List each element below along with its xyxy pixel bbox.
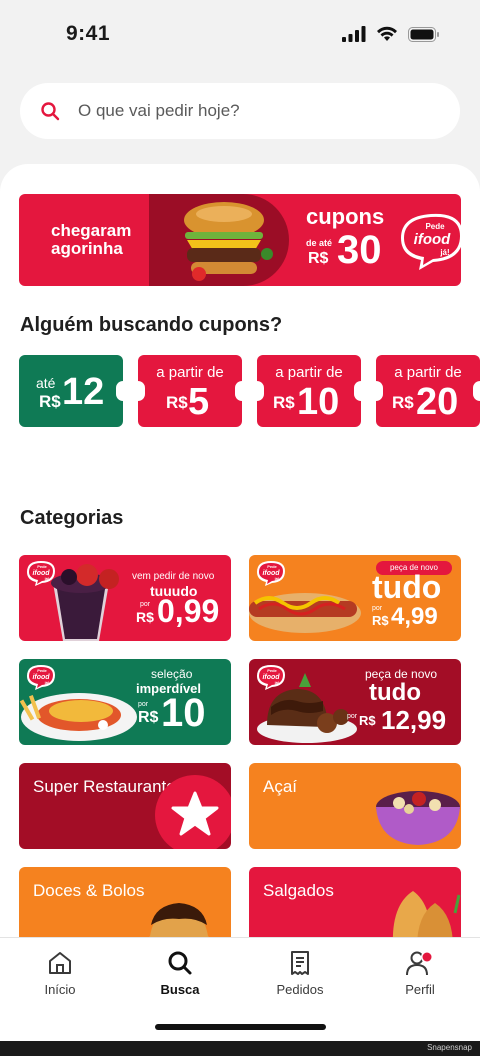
promo2-price: 4,99 bbox=[391, 603, 438, 630]
hero-tagline-line2: agorinha bbox=[51, 239, 123, 258]
coupons-hero-banner[interactable]: chegaram agorinha cupons de até R$ 30 Pe… bbox=[19, 194, 461, 286]
promo-card-hotdog-499[interactable]: Pede ifood já! peça de novo tudo por R$ … bbox=[249, 555, 461, 641]
promo1-por: por bbox=[140, 601, 151, 608]
coupon-card-10[interactable]: a partir de R$ 10 bbox=[257, 355, 361, 427]
receipt-icon bbox=[291, 951, 309, 975]
search-icon bbox=[41, 102, 60, 121]
coupon-prefix: até bbox=[36, 375, 56, 391]
search-icon bbox=[168, 951, 192, 975]
coupon-value: 10 bbox=[297, 381, 340, 423]
promo-card-dessert-1299[interactable]: Pede ifood já! peça de novo tudo por R$ … bbox=[249, 659, 461, 745]
promo1-line1: vem pedir de novo bbox=[132, 571, 215, 582]
hero-tagline: chegaram agorinha bbox=[51, 222, 131, 258]
promo2-por: por bbox=[372, 605, 383, 612]
coupon-card-20[interactable]: a partir de R$ 20 bbox=[376, 355, 480, 427]
category-salgados[interactable]: Salgados bbox=[249, 867, 461, 947]
coupon-prefix: a partir de bbox=[156, 364, 224, 381]
tab-label: Início bbox=[44, 982, 76, 997]
promo3-currency: R$ bbox=[138, 709, 159, 726]
promo4-currency: R$ bbox=[359, 713, 376, 728]
logo-ja: já! bbox=[439, 248, 449, 257]
hero-currency: R$ bbox=[308, 250, 329, 267]
tab-perfil[interactable]: Perfil bbox=[370, 950, 470, 997]
logo-pede: Pede bbox=[425, 222, 445, 231]
tab-label: Perfil bbox=[405, 982, 435, 997]
battery-icon bbox=[408, 26, 439, 42]
coupon-currency: R$ bbox=[166, 393, 188, 412]
coupon-currency: R$ bbox=[39, 392, 61, 411]
home-indicator[interactable] bbox=[155, 1024, 326, 1030]
search-input[interactable]: O que vai pedir hoje? bbox=[78, 101, 240, 121]
burger-image bbox=[184, 202, 273, 281]
category-label: Salgados bbox=[263, 881, 334, 900]
promo2-currency: R$ bbox=[372, 613, 389, 628]
chocolate-dessert-image bbox=[257, 673, 357, 743]
tab-label: Busca bbox=[160, 982, 200, 997]
star-icon bbox=[155, 775, 231, 849]
ifood-ja-logo: Pede ifood já! bbox=[401, 213, 461, 270]
hero-amount: 30 bbox=[337, 228, 382, 272]
category-super-restaurantes[interactable]: Super Restaurantes bbox=[19, 763, 231, 849]
search-bar[interactable]: O que vai pedir hoje? bbox=[20, 83, 460, 139]
promo3-line1: seleção bbox=[151, 667, 193, 681]
footer-strip bbox=[0, 1041, 480, 1056]
coupon-value: 12 bbox=[62, 371, 105, 413]
hero-ate: de até bbox=[306, 238, 333, 248]
acai-bowl-image bbox=[376, 791, 460, 845]
tab-inicio[interactable]: Início bbox=[10, 950, 110, 997]
svg-text:Pede: Pede bbox=[267, 564, 277, 569]
tab-busca[interactable]: Busca bbox=[130, 950, 230, 997]
home-icon bbox=[49, 952, 71, 974]
status-bar: 9:41 bbox=[0, 0, 480, 70]
promo-card-acai-099[interactable]: Pede ifood já! vem pedir de novo tuuudo … bbox=[19, 555, 231, 641]
coupon-card-ate-12[interactable]: até R$ 12 bbox=[19, 355, 123, 427]
tab-label: Pedidos bbox=[276, 982, 324, 997]
coupon-prefix: a partir de bbox=[394, 364, 462, 381]
coupon-value: 5 bbox=[188, 381, 210, 423]
category-label: Doces & Bolos bbox=[33, 881, 145, 900]
promo4-line2: tudo bbox=[369, 679, 421, 706]
coupons-section-title: Alguém buscando cupons? bbox=[20, 314, 283, 336]
wifi-icon bbox=[377, 26, 397, 41]
coupon-currency: R$ bbox=[273, 393, 295, 412]
hotdog-image bbox=[249, 593, 361, 633]
profile-icon bbox=[406, 951, 433, 976]
tab-pedidos[interactable]: Pedidos bbox=[250, 950, 350, 997]
parmegiana-plate-image bbox=[19, 693, 137, 741]
hero-tagline-line1: chegaram bbox=[51, 221, 132, 240]
coupon-value: 20 bbox=[416, 381, 459, 423]
promo-card-parmegiana-10[interactable]: Pede ifood já! seleção imperdível por R$… bbox=[19, 659, 231, 745]
promo2-line2: tudo bbox=[372, 569, 442, 605]
logo-ifood: ifood bbox=[414, 231, 451, 248]
category-label: Açaí bbox=[263, 777, 298, 796]
cellular-signal-icon bbox=[342, 26, 366, 42]
promo1-price: 0,99 bbox=[157, 593, 220, 629]
notification-badge bbox=[422, 952, 432, 962]
status-icons bbox=[342, 26, 440, 42]
acai-cup-image bbox=[51, 564, 119, 641]
status-time: 9:41 bbox=[66, 22, 111, 45]
coupon-currency: R$ bbox=[392, 393, 414, 412]
promo4-price: 12,99 bbox=[381, 705, 447, 735]
coupon-card-5[interactable]: a partir de R$ 5 bbox=[138, 355, 242, 427]
hero-title: cupons bbox=[306, 204, 385, 229]
promo3-price: 10 bbox=[161, 691, 206, 735]
watermark: Snapensnap bbox=[427, 1043, 472, 1052]
categories-section-title: Categorias bbox=[20, 507, 124, 529]
category-acai[interactable]: Açaí bbox=[249, 763, 461, 849]
promo3-por: por bbox=[138, 701, 149, 708]
coupon-prefix: a partir de bbox=[275, 364, 343, 381]
promo4-por: por bbox=[347, 713, 358, 720]
category-doces-bolos[interactable]: Doces & Bolos bbox=[19, 867, 231, 947]
promo1-currency: R$ bbox=[136, 609, 154, 625]
